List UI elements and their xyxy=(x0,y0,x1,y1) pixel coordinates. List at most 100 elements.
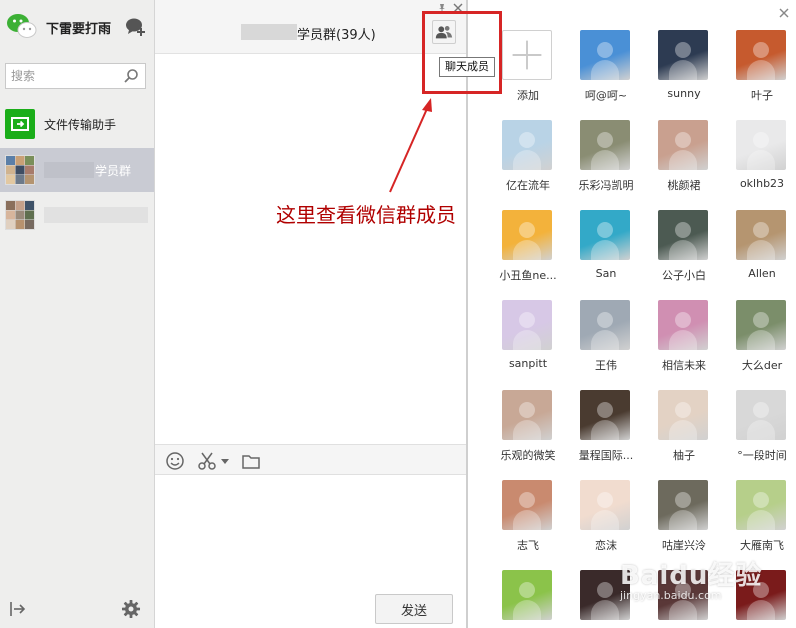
avatar-figure xyxy=(519,492,535,508)
wechat-logo-icon xyxy=(7,14,37,38)
chevron-down-icon[interactable] xyxy=(221,457,229,465)
member-item[interactable]: 呵@呵~ xyxy=(569,30,643,114)
member-item[interactable]: sanpitt xyxy=(491,300,565,384)
avatar-figure xyxy=(591,510,619,530)
screenshot-scissors-icon[interactable] xyxy=(197,451,217,471)
member-name: 大雁南飞 xyxy=(740,539,784,552)
avatar-figure xyxy=(753,132,769,148)
conversation-other[interactable] xyxy=(0,193,154,237)
member-item[interactable]: 公子小白 xyxy=(647,210,721,294)
member-item[interactable]: Allen xyxy=(725,210,796,294)
member-avatar xyxy=(580,480,630,530)
member-item[interactable]: 量程国际... xyxy=(569,390,643,474)
member-name: 乐彩冯凯明 xyxy=(578,179,634,192)
close-icon[interactable] xyxy=(779,8,789,18)
member-item[interactable]: 咕崖兴泠 xyxy=(647,480,721,564)
avatar-figure xyxy=(597,402,613,418)
member-item[interactable]: 志飞 xyxy=(491,480,565,564)
avatar-figure xyxy=(747,420,775,440)
member-item[interactable]: 王伟 xyxy=(569,300,643,384)
search-input[interactable] xyxy=(6,64,118,88)
member-name: 叶子 xyxy=(751,89,773,102)
avatar-figure xyxy=(669,60,697,80)
member-name: 王伟 xyxy=(595,359,617,372)
member-name: 柚子 xyxy=(673,449,695,462)
exit-icon[interactable] xyxy=(8,599,28,619)
user-name[interactable]: 下雷要打雨 xyxy=(46,18,111,37)
member-name: 志飞 xyxy=(517,539,539,552)
member-name: San xyxy=(595,267,617,280)
emoji-icon[interactable] xyxy=(165,451,185,471)
member-item[interactable]: 恋沫 xyxy=(569,480,643,564)
member-item[interactable]: 大么der xyxy=(725,300,796,384)
member-item[interactable]: 叶子 xyxy=(725,30,796,114)
member-avatar xyxy=(658,300,708,350)
new-chat-icon[interactable] xyxy=(125,16,147,38)
avatar-figure xyxy=(747,330,775,350)
member-name: °一段时间 xyxy=(737,449,787,462)
member-item[interactable]: oklhb23 xyxy=(725,120,796,204)
watermark-brand: Baidu经验 xyxy=(620,561,763,591)
member-item[interactable]: 相信未来 xyxy=(647,300,721,384)
conversation-group-selected[interactable]: 学员群 xyxy=(0,148,154,192)
avatar-figure xyxy=(675,132,691,148)
avatar-figure xyxy=(597,132,613,148)
member-item[interactable]: 乐观的微笑 xyxy=(491,390,565,474)
member-name: oklhb23 xyxy=(739,177,785,190)
member-avatar xyxy=(736,120,786,170)
members-panel: 添加 呵@呵~ sunny 叶子亿在流年 乐彩冯凯明 桃颜裙 oklhb23 小丑鱼ne..… xyxy=(466,0,796,628)
avatar-figure xyxy=(513,420,541,440)
member-avatar xyxy=(580,390,630,440)
member-item[interactable]: 乐彩冯凯明 xyxy=(569,120,643,204)
gear-icon[interactable] xyxy=(121,599,141,619)
sidebar: 下雷要打雨 文件传输助手 xyxy=(0,0,155,628)
group-avatar xyxy=(5,155,35,185)
member-avatar xyxy=(736,390,786,440)
avatar-figure xyxy=(669,600,697,620)
avatar-figure xyxy=(753,312,769,328)
avatar-figure xyxy=(747,60,775,80)
message-input[interactable] xyxy=(155,475,466,587)
avatar-figure xyxy=(753,222,769,238)
member-name: 呵@呵~ xyxy=(584,89,628,102)
member-item[interactable]: 大雁南飞 xyxy=(725,480,796,564)
avatar-figure xyxy=(747,600,775,620)
member-avatar xyxy=(502,300,552,350)
search-icon[interactable] xyxy=(123,68,139,84)
avatar-figure xyxy=(675,312,691,328)
avatar-figure xyxy=(591,330,619,350)
send-button[interactable]: 发送 xyxy=(375,594,453,624)
member-name: Allen xyxy=(748,267,776,280)
member-item[interactable]: °一段时间 xyxy=(725,390,796,474)
avatar-figure xyxy=(597,582,613,598)
avatar-figure xyxy=(675,492,691,508)
member-name: 相信未来 xyxy=(662,359,706,372)
avatar-figure xyxy=(669,240,697,260)
avatar-figure xyxy=(591,240,619,260)
member-item[interactable]: San xyxy=(569,210,643,294)
member-item[interactable]: 小丑鱼ne... xyxy=(491,210,565,294)
conversation-name: 文件传输助手 xyxy=(44,118,117,132)
sidebar-header: 下雷要打雨 xyxy=(0,0,155,55)
member-item[interactable]: 亿在流年 xyxy=(491,120,565,204)
member-name: 亿在流年 xyxy=(506,179,550,192)
add-member-button[interactable]: 添加 xyxy=(491,30,565,114)
avatar-figure xyxy=(597,492,613,508)
member-item[interactable]: 桃颜裙 xyxy=(647,120,721,204)
member-item[interactable]: 柚子 xyxy=(647,390,721,474)
avatar-figure xyxy=(747,510,775,530)
member-item[interactable]: sunny xyxy=(647,30,721,114)
avatar-figure xyxy=(669,510,697,530)
chat-toolbar xyxy=(155,444,466,475)
avatar-figure xyxy=(591,600,619,620)
member-item[interactable] xyxy=(491,570,565,628)
conversation-file-transfer[interactable]: 文件传输助手 xyxy=(0,102,154,146)
group-avatar xyxy=(5,200,35,230)
member-avatar xyxy=(502,570,552,620)
avatar-figure xyxy=(519,582,535,598)
member-avatar xyxy=(580,300,630,350)
folder-icon[interactable] xyxy=(241,451,261,471)
annotation-text: 这里查看微信群成员 xyxy=(276,203,456,227)
file-transfer-icon xyxy=(5,109,35,139)
avatar-figure xyxy=(675,222,691,238)
